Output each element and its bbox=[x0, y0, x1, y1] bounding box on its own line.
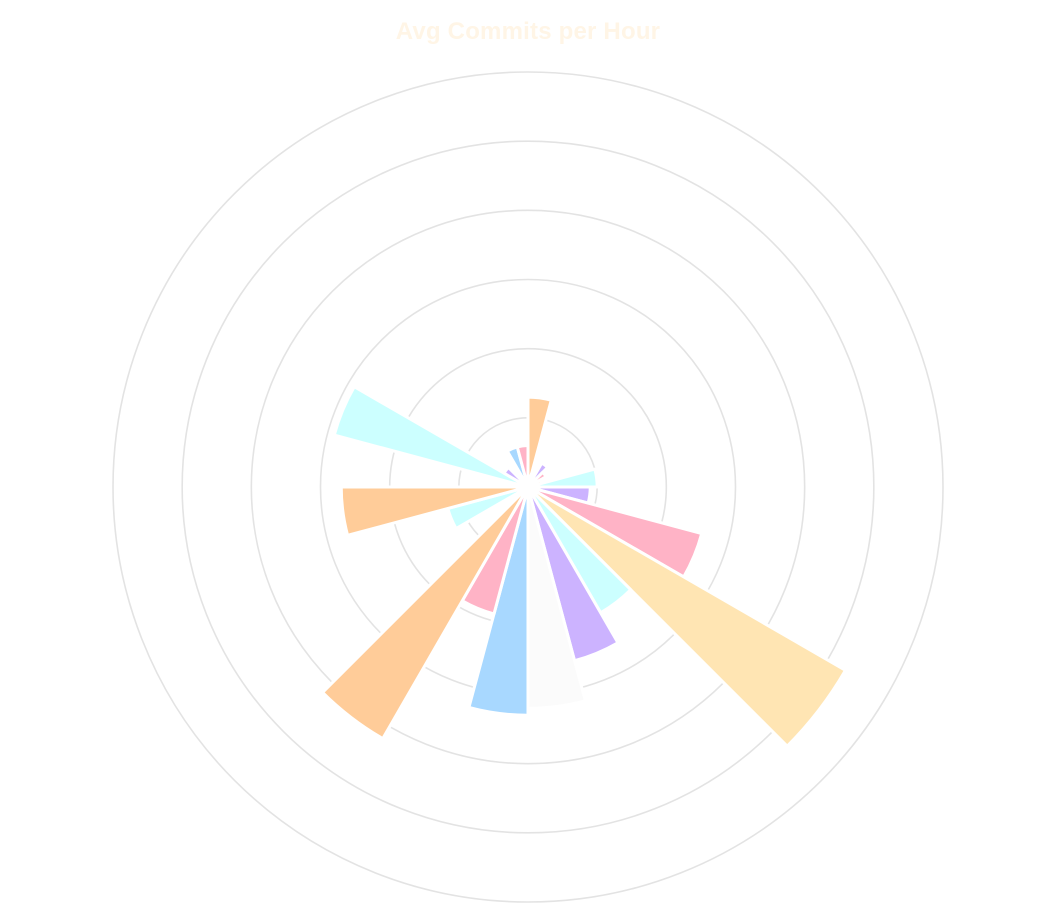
sector-hour-19[interactable] bbox=[332, 385, 530, 489]
chart-root: Avg Commits per Hour bbox=[0, 0, 1056, 904]
sector-layer bbox=[321, 385, 847, 748]
polar-area-chart bbox=[112, 71, 944, 903]
